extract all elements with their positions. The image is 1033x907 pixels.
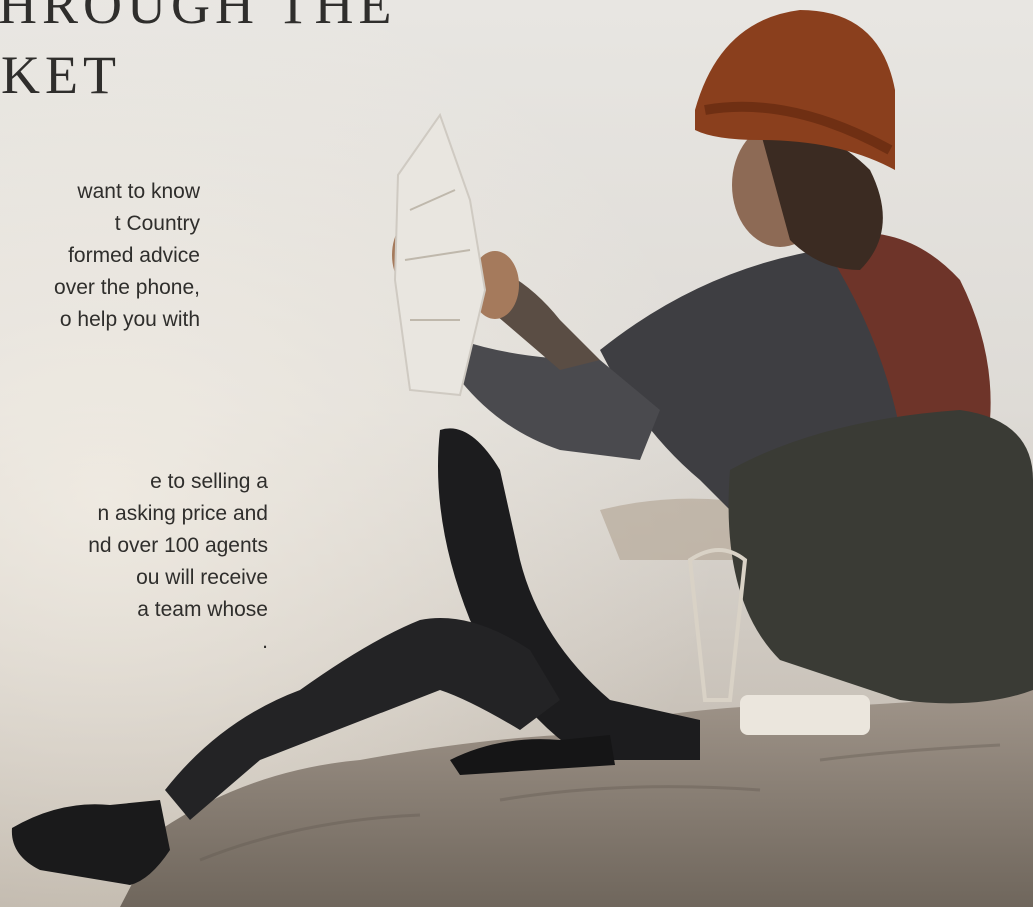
heading-line: RKET <box>0 45 121 105</box>
paragraph-line: a team whose <box>137 598 268 621</box>
paragraph-line: formed advice <box>68 244 200 267</box>
paragraph-line: e to selling a <box>150 470 268 493</box>
hero-section: THROUGH THE RKET want to know t Country … <box>0 0 1033 907</box>
hero-photo <box>0 0 1033 907</box>
paragraph-line: ou will receive <box>136 566 268 589</box>
paragraph-line: nd over 100 agents <box>88 534 268 557</box>
page-heading: THROUGH THE RKET <box>0 0 396 110</box>
paragraph-line: . <box>262 630 268 653</box>
paragraph-line: n asking price and <box>97 502 268 525</box>
paragraph-line: t Country <box>114 212 200 235</box>
heading-line: THROUGH THE <box>0 0 397 35</box>
selling-paragraph: e to selling a n asking price and nd ove… <box>0 466 268 658</box>
intro-paragraph: want to know t Country formed advice ove… <box>0 176 200 336</box>
paragraph-line: o help you with <box>59 308 200 331</box>
paragraph-line: over the phone, <box>54 276 200 299</box>
paragraph-line: want to know <box>77 180 200 203</box>
